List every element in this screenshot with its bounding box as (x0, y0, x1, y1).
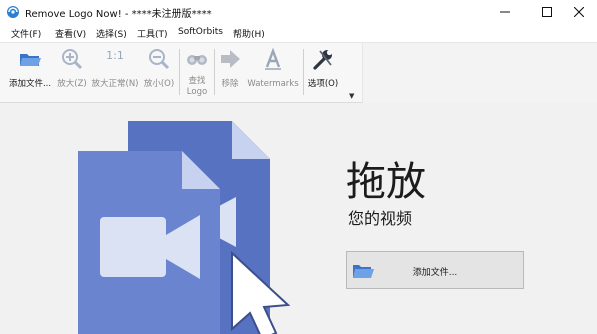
menu-softorbits[interactable]: SoftOrbits (178, 27, 223, 37)
open-folder-icon (18, 47, 42, 71)
video-files-illustration (78, 121, 291, 334)
toolbar-separator (303, 49, 304, 95)
menu-select[interactable]: 选择(S) (96, 27, 127, 40)
title-bar: Remove Logo Now! - ****未注册版**** (0, 0, 597, 24)
minimize-button[interactable] (488, 0, 522, 24)
maximize-button[interactable] (530, 0, 564, 24)
options-label: 选项(O) (307, 79, 339, 89)
text-a-icon (261, 47, 285, 71)
menu-view[interactable]: 查看(V) (55, 27, 86, 40)
zoom-normal-icon: 1:1 (106, 49, 124, 62)
zoom-normal-button[interactable]: 1:1 放大正常(N) (90, 43, 140, 102)
wrench-icon (311, 47, 335, 71)
find-logo-label: 查找 Logo (186, 76, 208, 97)
zoom-out-icon (147, 47, 171, 71)
toolbar-overflow-icon[interactable]: ▼ (349, 92, 354, 100)
menu-tools[interactable]: 工具(T) (137, 27, 168, 40)
window-title: Remove Logo Now! - ****未注册版**** (25, 9, 212, 20)
zoom-in-button[interactable]: 放大(Z) (54, 43, 90, 102)
zoom-out-label: 放小(O) (143, 79, 175, 89)
add-file-tool-label: 添加文件... (8, 79, 52, 89)
binoculars-icon (185, 47, 209, 71)
menu-file[interactable]: 文件(F) (11, 27, 41, 40)
menu-help[interactable]: 帮助(H) (233, 27, 265, 40)
zoom-out-button[interactable]: 放小(O) (140, 43, 178, 102)
toolbar-separator (179, 49, 180, 95)
zoom-normal-label: 放大正常(N) (91, 79, 139, 89)
app-logo-icon (6, 5, 20, 19)
find-logo-button[interactable]: 查找 Logo (181, 43, 213, 102)
front-video-document-icon (78, 151, 220, 334)
toolbar: 添加文件... 放大(Z) 1:1 放大正常(N) 放小(O) 查找 Logo … (0, 43, 363, 103)
arrow-right-icon (218, 47, 242, 71)
remove-label: 移除 (221, 79, 239, 89)
watermarks-button[interactable]: Watermarks (244, 43, 302, 102)
add-file-button-label: 添加文件... (412, 268, 458, 278)
remove-button[interactable]: 移除 (216, 43, 244, 102)
menu-bar: 文件(F) 查看(V) 选择(S) 工具(T) SoftOrbits 帮助(H) (0, 24, 597, 43)
close-button[interactable] (562, 0, 596, 24)
add-file-button[interactable]: 添加文件... (346, 251, 524, 289)
zoom-in-label: 放大(Z) (57, 79, 87, 89)
drop-title: 拖放 (346, 159, 426, 205)
drop-area[interactable]: 拖放 您的视频 添加文件... (0, 103, 597, 334)
watermarks-label: Watermarks (247, 79, 299, 89)
options-button[interactable]: 选项(O) (305, 43, 341, 102)
add-file-tool-button[interactable]: 添加文件... (6, 43, 54, 102)
zoom-in-icon (60, 47, 84, 71)
toolbar-separator (214, 49, 215, 95)
drop-subtitle: 您的视频 (348, 209, 413, 228)
